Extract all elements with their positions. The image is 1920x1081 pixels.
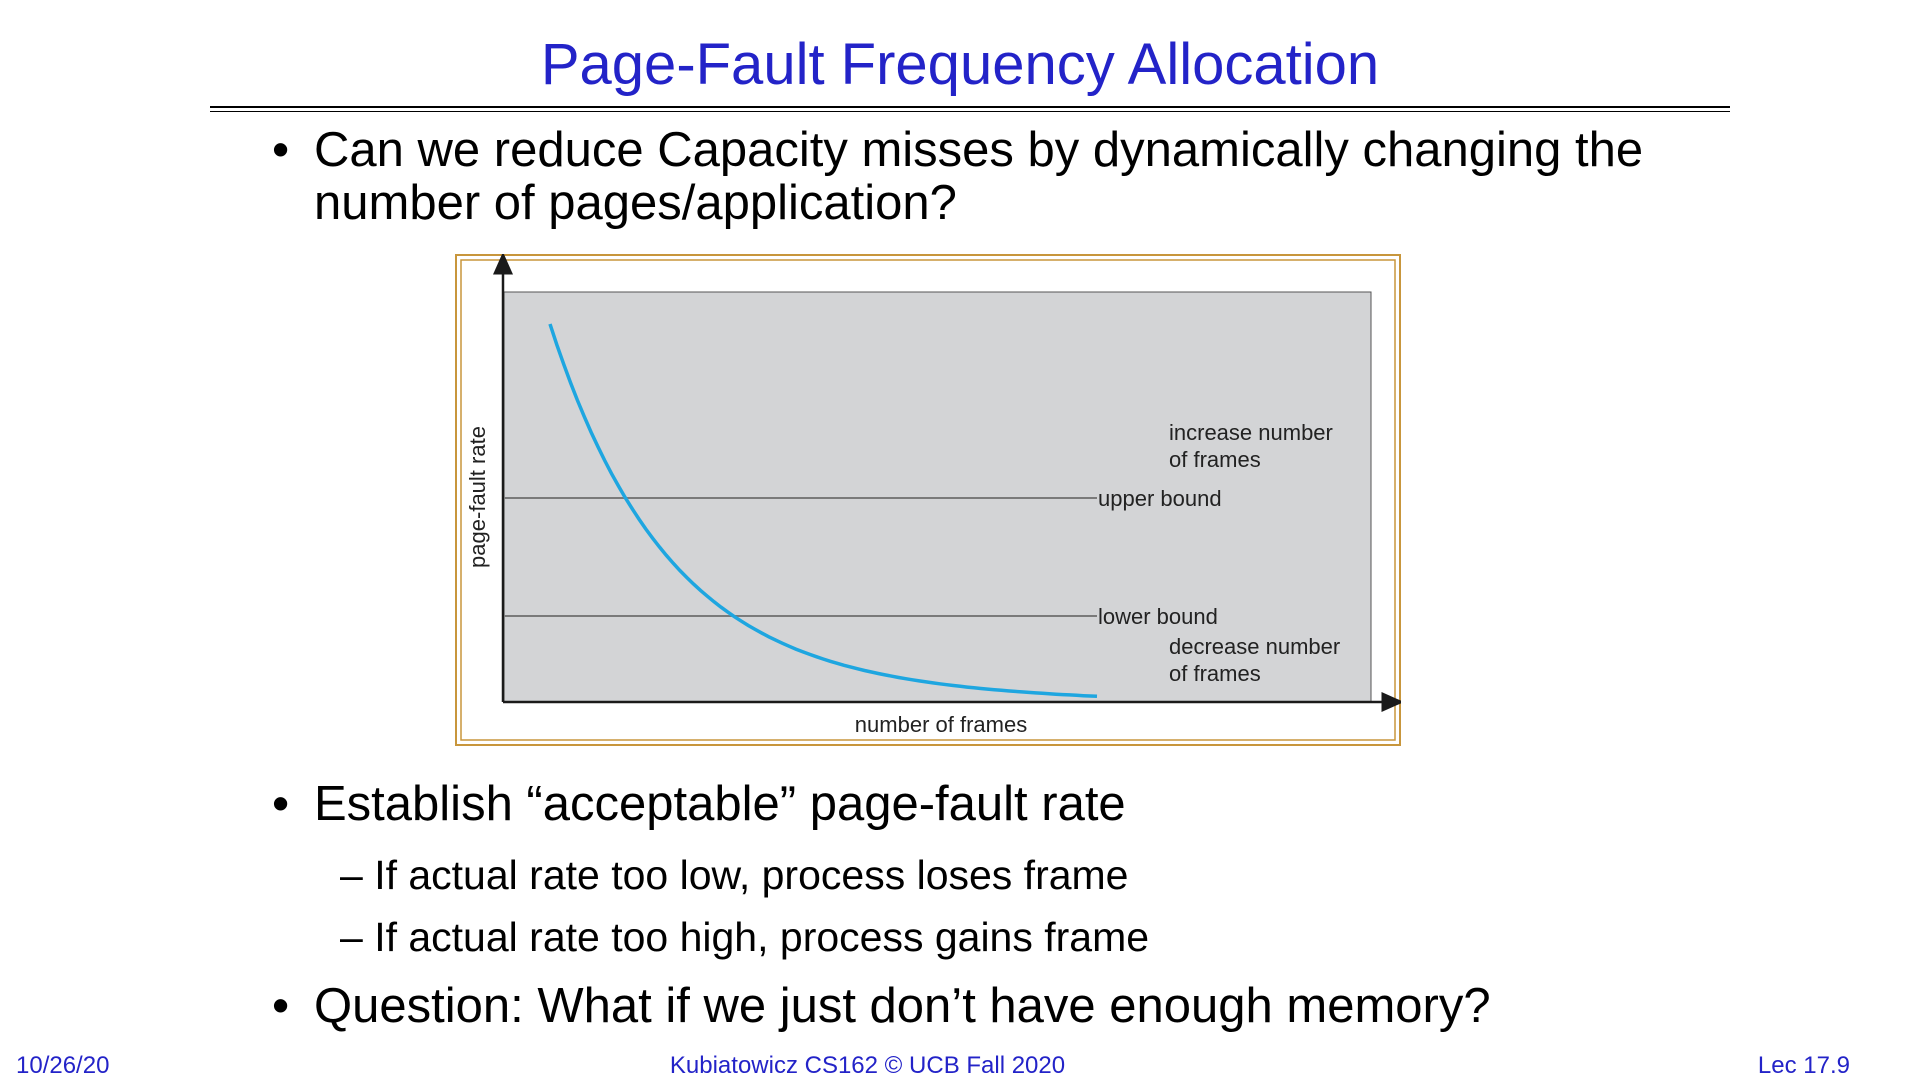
x-axis-label: number of frames: [855, 712, 1027, 737]
bullet-text: Question: What if we just don’t have eno…: [314, 979, 1491, 1033]
upper-bound-label: upper bound: [1098, 486, 1222, 511]
decrease-label-line1: decrease number: [1169, 634, 1340, 659]
page-fault-chart: upper bound lower bound increase number …: [455, 252, 1404, 746]
footer-lecture: Lec 17.9: [1757, 1052, 1850, 1079]
bullet-dot: •: [272, 123, 290, 177]
title-rule-thin: [210, 111, 1730, 112]
decrease-label-line2: of frames: [1169, 661, 1261, 686]
bullet-dot: •: [272, 979, 290, 1033]
lower-bound-label: lower bound: [1098, 604, 1218, 629]
sub-bullet-too-low: – If actual rate too low, process loses …: [340, 852, 1129, 898]
bullet-text-line2: number of pages/application?: [314, 176, 957, 230]
title-rule-thick: [210, 106, 1730, 108]
sub-bullet-too-high: – If actual rate too high, process gains…: [340, 914, 1150, 960]
increase-label-line2: of frames: [1169, 447, 1261, 472]
slide-title: Page-Fault Frequency Allocation: [540, 32, 1380, 97]
bullet-text-line1: Can we reduce Capacity misses by dynamic…: [314, 123, 1644, 177]
y-axis-label: page-fault rate: [465, 426, 490, 568]
bullet-text: Establish “acceptable” page-fault rate: [314, 777, 1126, 831]
increase-label-line1: increase number: [1169, 420, 1333, 445]
footer-course: Kubiatowicz CS162 © UCB Fall 2020: [669, 1052, 1066, 1079]
bullet-dot: •: [272, 777, 290, 831]
chart-svg: upper bound lower bound increase number …: [455, 252, 1404, 746]
